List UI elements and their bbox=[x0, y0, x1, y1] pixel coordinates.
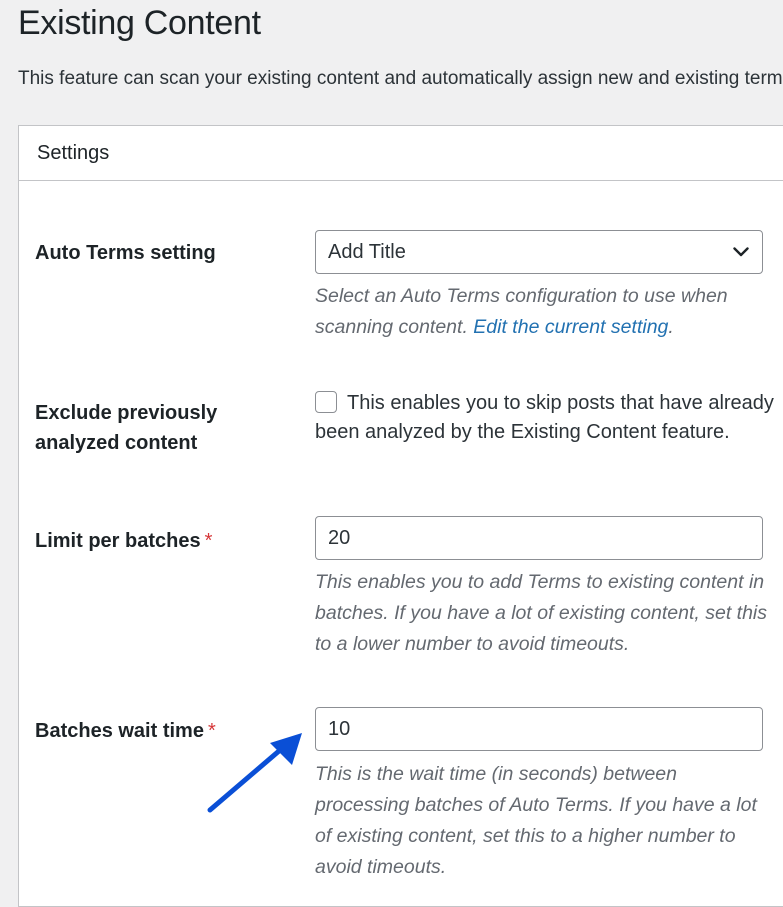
panel-header: Settings bbox=[19, 126, 783, 181]
chevron-down-icon bbox=[732, 243, 750, 261]
page-intro: This feature can scan your existing cont… bbox=[18, 68, 783, 89]
wait-input-value: 10 bbox=[328, 717, 351, 740]
limit-input-value: 20 bbox=[328, 526, 351, 549]
auto-terms-label: Auto Terms setting bbox=[35, 242, 216, 264]
required-mark: * bbox=[204, 530, 213, 552]
exclude-checkbox[interactable] bbox=[315, 391, 337, 413]
wait-label: Batches wait time * bbox=[35, 720, 216, 742]
limit-input[interactable]: 20 bbox=[315, 516, 763, 560]
exclude-description: This enables you to skip posts that have… bbox=[315, 392, 774, 443]
limit-label: Limit per batches * bbox=[35, 530, 213, 552]
arrow-icon bbox=[200, 725, 310, 825]
auto-terms-select[interactable]: Add Title bbox=[315, 230, 763, 274]
wait-input[interactable]: 10 bbox=[315, 707, 763, 751]
settings-panel: Settings Auto Terms setting Add Title Se… bbox=[18, 125, 783, 907]
auto-terms-description: Select an Auto Terms configuration to us… bbox=[315, 285, 728, 338]
limit-description: This enables you to add Terms to existin… bbox=[315, 571, 768, 655]
auto-terms-selected-value: Add Title bbox=[328, 240, 406, 263]
wait-description: This is the wait time (in seconds) betwe… bbox=[315, 763, 757, 878]
edit-current-setting-link[interactable]: Edit the current setting bbox=[473, 316, 668, 338]
exclude-option: This enables you to skip posts that have… bbox=[315, 389, 775, 447]
page-title: Existing Content bbox=[18, 4, 261, 42]
exclude-label: Exclude previously analyzed content bbox=[35, 402, 218, 454]
